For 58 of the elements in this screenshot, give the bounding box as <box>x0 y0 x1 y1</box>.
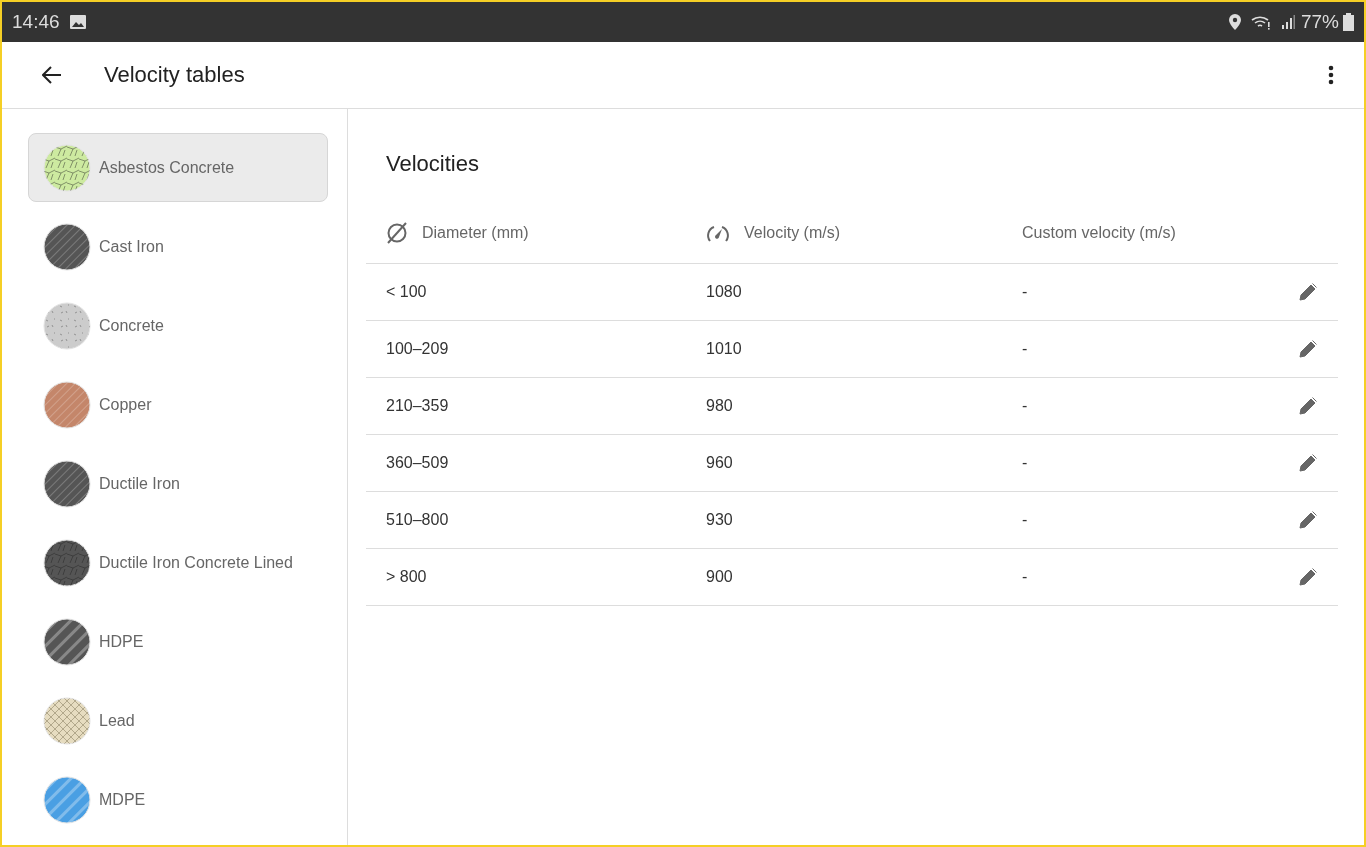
table-cell: - <box>1022 568 1028 585</box>
material-list-item[interactable]: Ductile Iron Concrete Lined <box>28 528 328 597</box>
column-header: Custom velocity (m/s) <box>1022 224 1176 242</box>
battery-icon <box>1343 13 1354 31</box>
material-list-item[interactable]: Lead <box>28 686 328 755</box>
table-cell: - <box>1022 454 1028 471</box>
material-name: MDPE <box>99 790 146 809</box>
table-cell: 510–800 <box>386 511 449 528</box>
material-list-item[interactable]: Concrete <box>28 291 328 360</box>
pencil-icon <box>1298 453 1318 473</box>
table-cell: - <box>1022 340 1028 357</box>
pencil-icon <box>1298 282 1318 302</box>
material-list-item[interactable]: Copper <box>28 370 328 439</box>
table-cell: - <box>1022 283 1028 300</box>
clock-time: 14:46 <box>12 11 60 33</box>
table-cell: < 100 <box>386 283 427 300</box>
pencil-icon <box>1298 567 1318 587</box>
table-cell: 360–509 <box>386 454 449 471</box>
table-cell: 210–359 <box>386 397 449 414</box>
section-title: Velocities <box>386 151 480 177</box>
image-icon <box>69 15 86 29</box>
page-title: Velocity tables <box>104 62 246 88</box>
material-list-item[interactable]: Cast Iron <box>28 212 328 281</box>
speedometer-icon <box>706 224 730 242</box>
table-cell: 100–209 <box>386 340 449 357</box>
more-vertical-icon <box>1328 65 1334 85</box>
location-pin-icon <box>1228 14 1241 30</box>
material-list-item[interactable]: HDPE <box>28 607 328 676</box>
battery-percentage: 77% <box>1300 11 1339 33</box>
material-list-item[interactable]: Asbestos Concrete <box>28 133 328 202</box>
wifi-icon <box>1250 14 1271 30</box>
pencil-icon <box>1298 510 1318 530</box>
table-cell: 980 <box>706 397 733 414</box>
column-header: Velocity (m/s) <box>744 224 840 242</box>
table-cell: 960 <box>706 454 733 471</box>
table-cell: - <box>1022 511 1028 528</box>
table-cell: > 800 <box>386 568 427 585</box>
material-list-item[interactable]: MDPE <box>28 765 328 834</box>
material-name: Copper <box>99 395 152 414</box>
table-cell: 1010 <box>706 340 742 357</box>
material-list-item[interactable]: Ductile Iron <box>28 449 328 518</box>
table-cell: - <box>1022 397 1028 414</box>
material-name: Asbestos Concrete <box>99 158 235 177</box>
material-name: Concrete <box>99 316 164 335</box>
column-header: Diameter (mm) <box>422 224 529 242</box>
signal-icon <box>1280 15 1295 29</box>
material-name: HDPE <box>99 632 144 651</box>
pencil-icon <box>1298 396 1318 416</box>
material-name: Ductile Iron Concrete Lined <box>99 553 293 572</box>
pencil-icon <box>1298 339 1318 359</box>
material-name: Cast Iron <box>99 237 164 256</box>
table-cell: 1080 <box>706 283 742 300</box>
table-cell: 900 <box>706 568 733 585</box>
diameter-icon <box>386 222 408 244</box>
table-cell: 930 <box>706 511 733 528</box>
back-arrow-icon <box>42 66 62 84</box>
material-name: Lead <box>99 711 135 730</box>
material-name: Ductile Iron <box>99 474 180 493</box>
